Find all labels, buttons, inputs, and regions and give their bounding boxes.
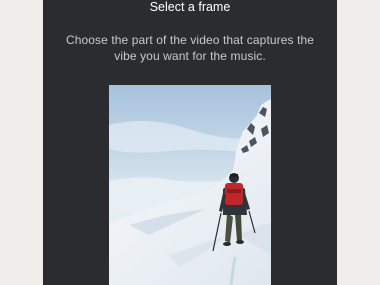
panel-title: Select a frame: [149, 0, 231, 14]
select-frame-panel: Select a frame Choose the part of the vi…: [43, 0, 337, 285]
mountain-hiker-photo: [109, 85, 271, 285]
panel-instructions: Choose the part of the video that captur…: [65, 33, 315, 63]
page: Select a frame Choose the part of the vi…: [0, 0, 380, 285]
video-frame-preview[interactable]: [109, 85, 271, 285]
